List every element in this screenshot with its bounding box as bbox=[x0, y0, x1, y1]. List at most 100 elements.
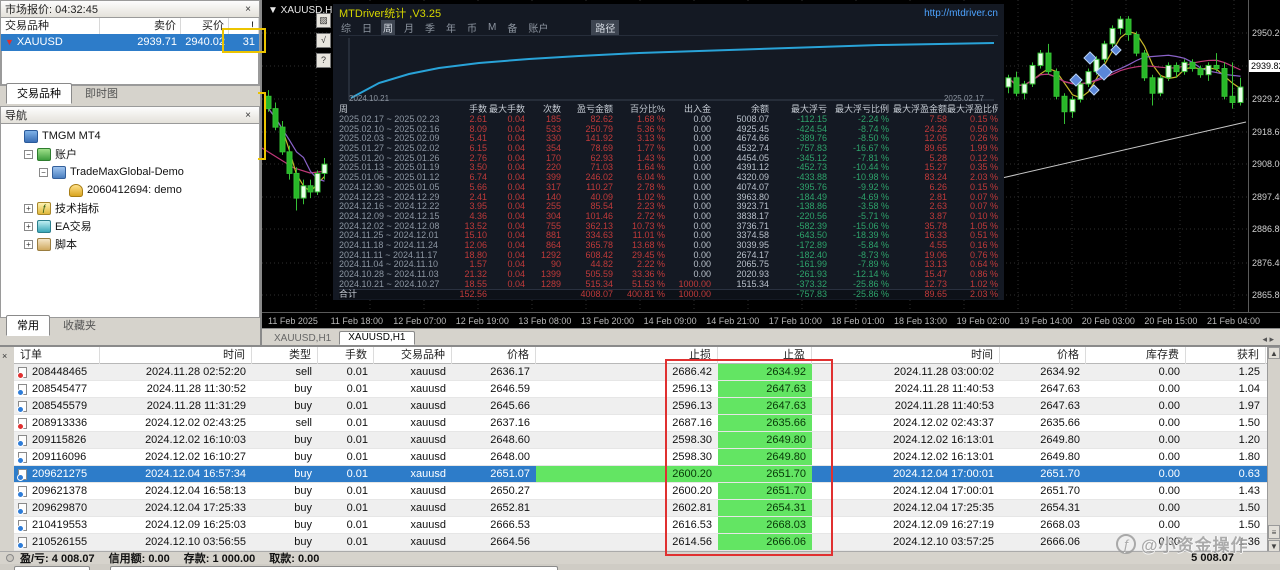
order-cell-2: buy bbox=[252, 398, 318, 414]
tree-item-2060412694: demo[interactable]: 2060412694: demo bbox=[1, 181, 259, 199]
tab-common[interactable]: 常用 bbox=[6, 315, 50, 336]
orders-col-1-时间[interactable]: 时间 bbox=[100, 347, 252, 364]
price-tick: 2908.00 bbox=[1252, 159, 1280, 169]
stats-period-button-年[interactable]: 年 bbox=[444, 20, 458, 35]
terminal-tab-partial[interactable] bbox=[110, 566, 558, 570]
order-cell-9: 2647.63 bbox=[1000, 398, 1086, 414]
stats-title: MTDriver统计 ,V3.25 bbox=[339, 5, 441, 21]
stats-period-button-季[interactable]: 季 bbox=[423, 20, 437, 35]
order-row-208545477[interactable]: 2085454772024.11.28 11:30:52buy0.01xauus… bbox=[14, 381, 1267, 398]
col-ask[interactable]: 买价 bbox=[181, 18, 229, 34]
order-row-208913336[interactable]: 2089133362024.12.02 02:43:25sell0.01xauu… bbox=[14, 415, 1267, 432]
order-row-209115826[interactable]: 2091158262024.12.02 16:10:03buy0.01xauus… bbox=[14, 432, 1267, 449]
orders-col-7-止盈[interactable]: 止盈 bbox=[718, 347, 812, 364]
chart-tab-scroll-icons[interactable]: ◂ ▸ bbox=[1262, 334, 1274, 345]
tab-symbols[interactable]: 交易品种 bbox=[6, 83, 72, 104]
stats-period-button-月[interactable]: 月 bbox=[402, 20, 416, 35]
scroll-grip-icon[interactable]: ≡ bbox=[1268, 525, 1280, 539]
order-cell-4: xauusd bbox=[374, 449, 452, 465]
tree-expander-icon[interactable]: + bbox=[24, 222, 33, 231]
tree-expander-icon[interactable]: + bbox=[24, 204, 33, 213]
order-cell-3: 0.01 bbox=[318, 432, 374, 448]
tree-label: 技术指标 bbox=[55, 200, 99, 216]
order-cell-9: 2651.70 bbox=[1000, 466, 1086, 482]
terminal-tabs-clipped bbox=[0, 564, 1280, 570]
col-spread[interactable]: ! bbox=[229, 18, 259, 34]
market-watch-header[interactable]: 交易品种 卖价 买价 ! bbox=[1, 18, 259, 34]
terminal-close-icon[interactable]: × bbox=[2, 351, 7, 361]
orders-col-6-止损[interactable]: 止损 bbox=[536, 347, 718, 364]
order-row-209621275[interactable]: 2096212752024.12.04 16:57:34buy0.01xauus… bbox=[14, 466, 1267, 483]
price-scale[interactable]: 2950.202929.202918.602908.002897.402886.… bbox=[1248, 0, 1280, 312]
col-bid[interactable]: 卖价 bbox=[100, 18, 181, 34]
order-cell-4: xauusd bbox=[374, 517, 452, 533]
order-row-209629870[interactable]: 2096298702024.12.04 17:25:33buy0.01xauus… bbox=[14, 500, 1267, 517]
stats-cell: 1000.00 bbox=[665, 290, 711, 300]
order-row-209116096[interactable]: 2091160962024.12.02 16:10:27buy0.01xauus… bbox=[14, 449, 1267, 466]
terminal-tab-partial[interactable] bbox=[14, 566, 90, 570]
stats-period-button-综[interactable]: 综 bbox=[339, 20, 353, 35]
scroll-up-icon[interactable]: ▲ bbox=[1268, 347, 1280, 359]
stats-url-link[interactable]: http://mtdriver.cn bbox=[924, 8, 998, 19]
orders-col-5-价格[interactable]: 价格 bbox=[452, 347, 536, 364]
time-tick: 14 Feb 21:00 bbox=[706, 316, 759, 326]
order-cell-8: 2024.12.04 17:25:35 bbox=[812, 500, 1000, 516]
ask-value: 2940.02 bbox=[181, 34, 229, 51]
order-cell-2: sell bbox=[252, 415, 318, 431]
time-tick: 19 Feb 14:00 bbox=[1019, 316, 1072, 326]
col-symbol[interactable]: 交易品种 bbox=[1, 18, 100, 34]
stats-toolbar: 综日周月季年币M备账户 路径 bbox=[339, 20, 998, 36]
order-row-210526155[interactable]: 2105261552024.12.10 03:56:55buy0.01xauus… bbox=[14, 534, 1267, 551]
chart-image-button[interactable]: ▨ bbox=[316, 13, 331, 28]
orders-col-11-获利[interactable]: 获利 bbox=[1186, 347, 1266, 364]
order-row-210419553[interactable]: 2104195532024.12.09 16:25:03buy0.01xauus… bbox=[14, 517, 1267, 534]
navigator-close-icon[interactable]: × bbox=[241, 110, 255, 121]
orders-col-4-交易品种[interactable]: 交易品种 bbox=[374, 347, 452, 364]
order-cell-2: buy bbox=[252, 483, 318, 499]
tree-expander-icon[interactable]: − bbox=[39, 168, 48, 177]
market-watch-row-xauusd[interactable]: ▼XAUUSD 2939.71 2940.02 31 bbox=[1, 34, 259, 51]
order-row-208448465[interactable]: 2084484652024.11.28 02:52:20sell0.01xauu… bbox=[14, 364, 1267, 381]
order-cell-7: 2651.70 bbox=[718, 483, 812, 499]
tree-item-TradeMaxGlobal-Demo[interactable]: −TradeMaxGlobal-Demo bbox=[1, 163, 259, 181]
order-id: 209621378 bbox=[32, 483, 87, 499]
order-buy-icon bbox=[18, 384, 27, 395]
stats-cell: 12.73 bbox=[889, 280, 947, 290]
stats-period-button-备[interactable]: 备 bbox=[505, 20, 519, 35]
orders-col-9-价格[interactable]: 价格 bbox=[1000, 347, 1086, 364]
orders-col-10-库存费[interactable]: 库存费 bbox=[1086, 347, 1186, 364]
tree-item-技术指标[interactable]: +ƒ技术指标 bbox=[1, 199, 259, 217]
stats-period-button-周[interactable]: 周 bbox=[381, 20, 395, 35]
tab-tick-chart[interactable]: 即时图 bbox=[74, 83, 129, 104]
order-cell-1: 2024.11.28 11:30:52 bbox=[100, 381, 252, 397]
stats-period-button-账户[interactable]: 账户 bbox=[526, 20, 550, 35]
orders-col-3-手数[interactable]: 手数 bbox=[318, 347, 374, 364]
chart-help-button[interactable]: ? bbox=[316, 53, 331, 68]
tree-item-脚本[interactable]: +脚本 bbox=[1, 235, 259, 253]
terminal-scrollbar[interactable]: ▲ ≡ ▼ bbox=[1267, 347, 1280, 564]
orders-col-0-订单[interactable]: 订单 bbox=[14, 347, 100, 364]
market-watch-close-icon[interactable]: × bbox=[241, 4, 255, 15]
order-cell-5: 2646.59 bbox=[452, 381, 536, 397]
chart-confirm-button[interactable]: √ bbox=[316, 33, 331, 48]
order-cell-8: 2024.12.10 03:57:25 bbox=[812, 534, 1000, 550]
order-cell-6: 2686.42 bbox=[536, 364, 718, 380]
orders-col-2-类型[interactable]: 类型 bbox=[252, 347, 318, 364]
stats-period-button-日[interactable]: 日 bbox=[360, 20, 374, 35]
order-row-208545579[interactable]: 2085455792024.11.28 11:31:29buy0.01xauus… bbox=[14, 398, 1267, 415]
order-row-209621378[interactable]: 2096213782024.12.04 16:58:13buy0.01xauus… bbox=[14, 483, 1267, 500]
tree-expander-icon[interactable]: − bbox=[24, 150, 33, 159]
orders-col-8-时间[interactable]: 时间 bbox=[812, 347, 1000, 364]
chart-tab-0[interactable]: XAUUSD,H1 bbox=[266, 333, 339, 345]
stats-period-button-M[interactable]: M bbox=[486, 22, 498, 33]
stats-period-button-币[interactable]: 币 bbox=[465, 20, 479, 35]
stats-path-button[interactable]: 路径 bbox=[591, 20, 619, 35]
tree-item-账户[interactable]: −账户 bbox=[1, 145, 259, 163]
time-axis[interactable]: 11 Feb 202511 Feb 18:0012 Feb 07:0012 Fe… bbox=[262, 312, 1280, 328]
chart-tab-1[interactable]: XAUUSD,H1 bbox=[339, 331, 414, 345]
tree-item-TMGM MT4[interactable]: TMGM MT4 bbox=[1, 127, 259, 145]
tree-item-EA交易[interactable]: +EA交易 bbox=[1, 217, 259, 235]
tab-favorites[interactable]: 收藏夹 bbox=[52, 315, 107, 336]
tree-expander-icon[interactable]: + bbox=[24, 240, 33, 249]
stats-cell: 1515.34 bbox=[711, 280, 769, 290]
